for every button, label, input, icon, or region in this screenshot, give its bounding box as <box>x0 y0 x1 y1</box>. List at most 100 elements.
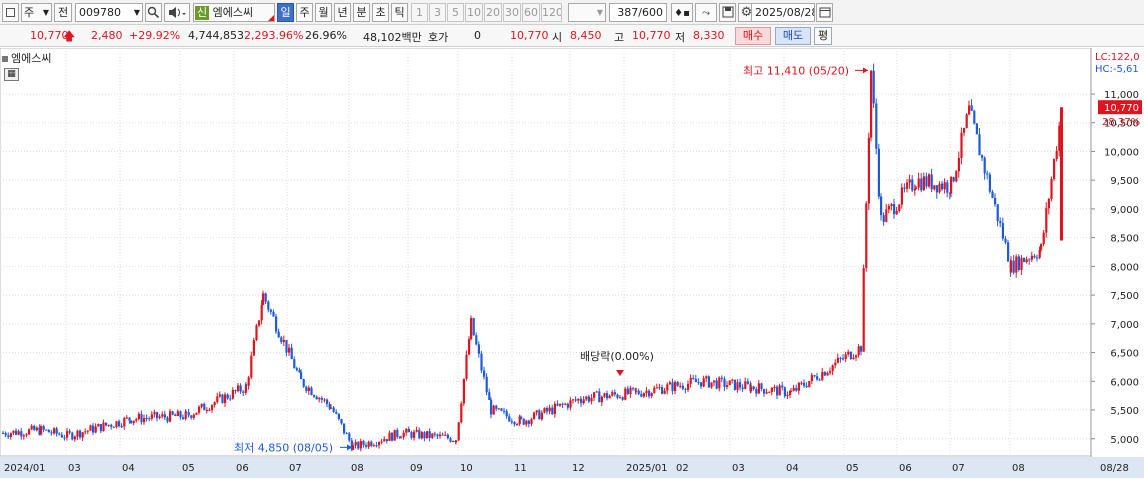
candle-body <box>829 371 832 373</box>
candle-body <box>242 391 245 393</box>
save-button[interactable] <box>719 3 736 22</box>
period-tab-1[interactable]: 주 <box>296 3 313 22</box>
hoga-label: 호가 <box>428 31 449 44</box>
candle-body <box>102 422 105 432</box>
candle-body <box>955 171 958 182</box>
period-tab-2[interactable]: 월 <box>315 3 332 22</box>
candle-body <box>525 420 528 425</box>
buy-button[interactable]: 매수 <box>735 27 771 45</box>
prev-button[interactable]: 전 <box>54 3 72 22</box>
interval-button-7[interactable]: 120 <box>541 3 562 22</box>
eval-button[interactable]: 평 <box>814 27 832 45</box>
candle-body <box>513 421 516 425</box>
candle-body <box>1007 242 1010 262</box>
interval-select[interactable]: ▼ <box>568 3 606 22</box>
high-label: 고 <box>614 31 625 44</box>
sound-button[interactable] <box>164 3 190 22</box>
indicator-button[interactable]: ♦▪ <box>671 3 693 22</box>
price-chart[interactable]: 5,000 5,500 6,000 6,500 7,000 7,500 8,000 8,500… <box>0 47 1144 478</box>
candle-body <box>378 442 381 446</box>
sell-button[interactable]: 매도 <box>775 27 811 45</box>
interval-button-2[interactable]: 5 <box>447 3 464 22</box>
chart-title: 엠에스씨 <box>2 50 51 66</box>
sell-label: 매도 <box>782 29 804 42</box>
x-tick-label: 03 <box>68 463 81 474</box>
candle-body <box>380 441 383 443</box>
candle-body <box>503 410 506 412</box>
candle-body <box>234 389 237 392</box>
period-tab-label: 초 <box>375 6 386 19</box>
window-menu-button[interactable] <box>2 3 19 22</box>
candle-body <box>185 411 188 413</box>
candle-body <box>135 419 138 421</box>
candle-body <box>53 428 56 434</box>
stock-code-input[interactable]: 009780 ▼ <box>75 3 143 22</box>
market-select[interactable]: 주 ▼ <box>21 3 52 22</box>
x-tick-label: 05 <box>846 463 859 474</box>
up-arrow-icon: 🡅 <box>63 29 76 43</box>
candle-body <box>94 426 97 433</box>
stock-name-field[interactable]: 신 엠에스씨 <box>193 3 275 22</box>
candle-body <box>45 429 48 431</box>
chart-settings-button[interactable]: ▦ <box>4 68 19 81</box>
candle-count-field[interactable]: 387/600 <box>609 3 667 22</box>
candle-body <box>906 182 909 189</box>
candle-body <box>1004 238 1007 243</box>
candle-body <box>25 434 28 436</box>
candle-body <box>679 385 682 387</box>
compare-button[interactable]: ⤳ <box>695 3 717 22</box>
period-tab-label: 틱 <box>394 6 405 19</box>
candle-body <box>572 399 575 401</box>
candle-body <box>810 375 813 382</box>
candle-body <box>407 428 410 433</box>
candle-body <box>950 177 953 194</box>
calendar-button[interactable] <box>816 3 833 22</box>
candle-body <box>1030 255 1033 260</box>
candle-body <box>42 426 45 430</box>
y-tick-label: 9,500 <box>1110 176 1139 187</box>
chart-canvas[interactable]: 5,000 5,500 6,000 6,500 7,000 7,500 8,000 8,500… <box>0 47 1144 478</box>
search-button[interactable] <box>145 3 162 22</box>
hoga-value: 0 <box>474 29 481 42</box>
candle-body <box>600 396 603 403</box>
interval-button-0[interactable]: 1 <box>411 3 428 22</box>
period-tab-5[interactable]: 초 <box>372 3 389 22</box>
candle-body <box>105 422 108 426</box>
candle-body <box>885 209 888 222</box>
candle-body <box>148 418 151 420</box>
candle-body <box>132 420 135 424</box>
period-tab-4[interactable]: 분 <box>353 3 370 22</box>
date-field[interactable]: 2025/08/28 <box>751 3 815 22</box>
candle-body <box>917 178 920 188</box>
x-axis: 2024/01 03 04 05 06 07 08 09 10 11 12 2025/01 02 03 04… <box>0 457 1144 478</box>
candle-body <box>790 390 793 392</box>
candle-body <box>110 424 113 427</box>
candle-body <box>637 390 640 395</box>
x-tick-label: 04 <box>122 463 135 474</box>
x-tick-label: 11 <box>514 463 527 474</box>
candle-body <box>354 442 357 446</box>
candle-body <box>1040 244 1043 250</box>
candle-body <box>497 408 500 410</box>
interval-button-4[interactable]: 20 <box>484 3 502 22</box>
interval-button-1[interactable]: 3 <box>429 3 446 22</box>
candle-body <box>676 382 679 386</box>
candle-body <box>973 110 976 124</box>
x-tick-label: 08 <box>351 463 364 474</box>
candle-body <box>540 412 543 420</box>
candle-body <box>452 441 455 443</box>
candle-body <box>262 293 265 305</box>
period-tab-6[interactable]: 틱 <box>391 3 408 22</box>
period-tab-0[interactable]: 일 <box>277 3 294 22</box>
interval-button-5[interactable]: 30 <box>503 3 521 22</box>
candle-body <box>388 432 391 441</box>
interval-button-3[interactable]: 10 <box>465 3 483 22</box>
candle-body <box>616 394 619 398</box>
candle-body <box>20 431 23 437</box>
interval-button-6[interactable]: 60 <box>522 3 540 22</box>
candle-body <box>635 390 638 392</box>
candle-body <box>938 183 941 193</box>
candle-body <box>485 376 488 393</box>
period-tab-3[interactable]: 년 <box>334 3 351 22</box>
candle-body <box>153 412 156 415</box>
